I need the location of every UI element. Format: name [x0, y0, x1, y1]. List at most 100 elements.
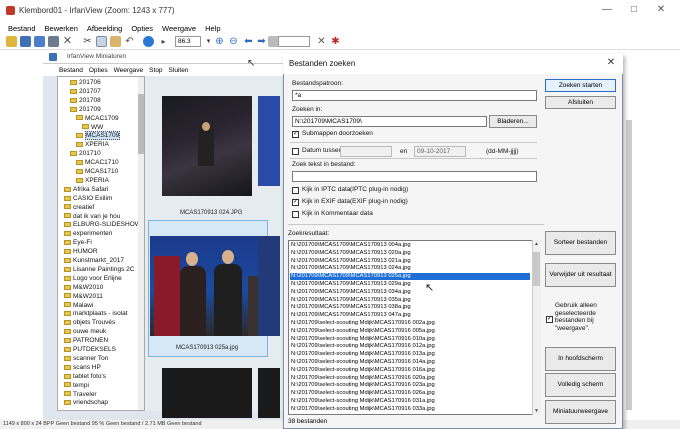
- tree-item[interactable]: MCAS1709: [76, 131, 121, 141]
- scroll-down-icon[interactable]: ▼: [534, 408, 539, 414]
- tree-item[interactable]: PUTDEKSELS: [64, 345, 116, 354]
- tree-item[interactable]: PATRONEN: [64, 336, 108, 345]
- close-dialog-button[interactable]: Afsluiten: [545, 96, 616, 109]
- thumbnail-image[interactable]: [150, 236, 266, 336]
- result-item[interactable]: N:\201709\MCAS1709\MCAS170913 024a.jpg: [290, 265, 530, 272]
- zoom-in-icon[interactable]: ⊕: [214, 36, 225, 47]
- tree-item[interactable]: MCAC1709: [76, 114, 119, 123]
- menu-file[interactable]: Bestand: [8, 24, 36, 33]
- tree-item[interactable]: ouwe meuk: [64, 327, 106, 336]
- tree-item[interactable]: scanner Ton: [64, 354, 108, 363]
- thumb-menu-file[interactable]: Bestand: [59, 67, 83, 74]
- info-icon[interactable]: [143, 36, 154, 47]
- fullscreen-button[interactable]: Volledig scherm: [545, 373, 616, 397]
- tree-item[interactable]: XPERIA: [76, 176, 109, 185]
- tree-item[interactable]: Eye-Fi: [64, 238, 92, 247]
- tree-item[interactable]: XPERIA: [76, 140, 109, 149]
- tree-item[interactable]: Malawi: [64, 301, 93, 310]
- pattern-field[interactable]: *a: [292, 90, 537, 101]
- menu-view[interactable]: Weergave: [162, 24, 196, 33]
- tree-item[interactable]: MCAS1710: [76, 167, 118, 176]
- comment-checkbox[interactable]: [292, 211, 299, 218]
- tree-item[interactable]: tempi: [64, 381, 89, 390]
- result-item[interactable]: N:\201709\select-scouting Mdijk\MCAS1709…: [290, 406, 530, 413]
- results-list[interactable]: N:\201709\MCAS1709\MCAS170913 004a.jpg N:…: [288, 240, 541, 415]
- tree-item[interactable]: M&W2011: [64, 292, 103, 301]
- tree-item[interactable]: experimenten: [64, 229, 112, 238]
- thumbnail-image[interactable]: [258, 96, 280, 186]
- result-item[interactable]: N:\201709\MCAS1709\MCAS170913 025a.jpg: [290, 273, 530, 281]
- thumbnail-image[interactable]: [162, 96, 252, 196]
- main-window-button[interactable]: In hoofdscherm: [545, 347, 616, 371]
- tree-item[interactable]: WW: [82, 123, 103, 132]
- tree-item[interactable]: 201710: [70, 149, 101, 158]
- print-icon[interactable]: [48, 36, 59, 47]
- copy-icon[interactable]: [96, 36, 107, 47]
- tree-item[interactable]: Afrika Safari: [64, 185, 108, 194]
- result-item[interactable]: N:\201709\MCAS1709\MCAS170913 047a.jpg: [290, 312, 530, 319]
- iptc-checkbox[interactable]: [292, 187, 299, 194]
- result-item[interactable]: N:\201709\select-scouting Mdijk\MCAS1709…: [290, 320, 530, 327]
- tree-item[interactable]: M&W2010: [64, 283, 103, 292]
- tree-item[interactable]: dat ik van je hou: [64, 212, 120, 221]
- date-between-checkbox[interactable]: [292, 148, 299, 155]
- menu-help[interactable]: Help: [205, 24, 220, 33]
- menu-options[interactable]: Opties: [131, 24, 153, 33]
- tree-item[interactable]: Kunstmarkt_2017: [64, 256, 124, 265]
- tree-item[interactable]: 201709: [70, 105, 101, 114]
- result-item[interactable]: N:\201709\MCAS1709\MCAS170913 029a.jpg: [290, 281, 530, 288]
- tree-item[interactable]: creatief: [64, 203, 94, 212]
- tree-item[interactable]: tablet foto's: [64, 372, 106, 381]
- chevron-down-icon[interactable]: ▾: [203, 36, 214, 47]
- result-item[interactable]: N:\201709\select-scouting Mdijk\MCAS1709…: [290, 382, 530, 389]
- thumb-menu-options[interactable]: Opties: [89, 67, 108, 74]
- tree-item[interactable]: Traveler: [64, 390, 97, 399]
- tree-item[interactable]: 201707: [70, 87, 101, 96]
- cut-icon[interactable]: ✂: [82, 36, 93, 47]
- start-search-button[interactable]: Zoeken starten: [545, 79, 616, 92]
- tree-item[interactable]: HUMOR: [64, 247, 98, 256]
- slideshow-icon[interactable]: [20, 36, 31, 47]
- result-item[interactable]: N:\201709\MCAS1709\MCAS170913 020a.jpg: [290, 250, 530, 257]
- result-item[interactable]: N:\201709\select-scouting Mdijk\MCAS1709…: [290, 375, 530, 382]
- tree-item[interactable]: scans HP: [64, 363, 101, 372]
- save-icon[interactable]: [34, 36, 45, 47]
- only-selected-checkbox[interactable]: [546, 316, 553, 323]
- delete-icon[interactable]: ✕: [62, 36, 73, 47]
- tree-item[interactable]: objets Trouvés: [64, 318, 115, 327]
- main-scrollbar[interactable]: [626, 120, 632, 410]
- thumb-menu-close[interactable]: Sluiten: [169, 67, 189, 74]
- search-in-field[interactable]: N:\201709\MCAS1709\: [292, 116, 487, 127]
- text-search-field[interactable]: [292, 171, 537, 182]
- tree-item[interactable]: Logo voor Erlijne: [64, 274, 122, 283]
- thumb-menu-view[interactable]: Weergave: [114, 67, 144, 74]
- exif-checkbox[interactable]: [292, 199, 299, 206]
- thumbnail-image[interactable]: [258, 236, 280, 336]
- paste-icon[interactable]: [110, 36, 121, 47]
- tree-item[interactable]: MCAC1710: [76, 158, 119, 167]
- subfolders-checkbox[interactable]: [292, 131, 299, 138]
- arrow-left-icon[interactable]: ⬅: [243, 36, 254, 47]
- thumb-menu-stop[interactable]: Stop: [149, 67, 162, 74]
- thumbnail-image[interactable]: [258, 368, 280, 418]
- browse-button[interactable]: Bladeren...: [489, 115, 537, 128]
- tree-item[interactable]: vriendschap: [64, 398, 108, 407]
- date-to-field[interactable]: 09-10-2017: [414, 146, 466, 157]
- menu-edit[interactable]: Bewerken: [45, 24, 78, 33]
- minimize-button[interactable]: —: [600, 4, 614, 16]
- thumbnail-image[interactable]: [162, 368, 252, 418]
- result-item[interactable]: N:\201709\select-scouting Mdijk\MCAS1709…: [290, 367, 530, 374]
- close-button[interactable]: ✕: [654, 4, 668, 16]
- tree-item[interactable]: 201708: [70, 96, 101, 105]
- tree-item[interactable]: Lisanne Paintings 2C: [64, 265, 134, 274]
- result-item[interactable]: N:\201709\select-scouting Mdijk\MCAS1709…: [290, 336, 530, 343]
- results-scrollbar-thumb[interactable]: [533, 252, 540, 286]
- arrow-right-icon[interactable]: ➡: [256, 36, 267, 47]
- tree-scrollbar-thumb[interactable]: [138, 94, 144, 154]
- result-item[interactable]: N:\201709\select-scouting Mdijk\MCAS1709…: [290, 328, 530, 335]
- toolbar-input[interactable]: [278, 36, 310, 47]
- maximize-button[interactable]: □: [627, 4, 641, 16]
- result-item[interactable]: N:\201709\MCAS1709\MCAS170913 034a.jpg: [290, 289, 530, 296]
- tree-item[interactable]: marktplaats - isolat: [64, 309, 128, 318]
- thumbnail-view-button[interactable]: Miniatuurweergave: [545, 400, 616, 424]
